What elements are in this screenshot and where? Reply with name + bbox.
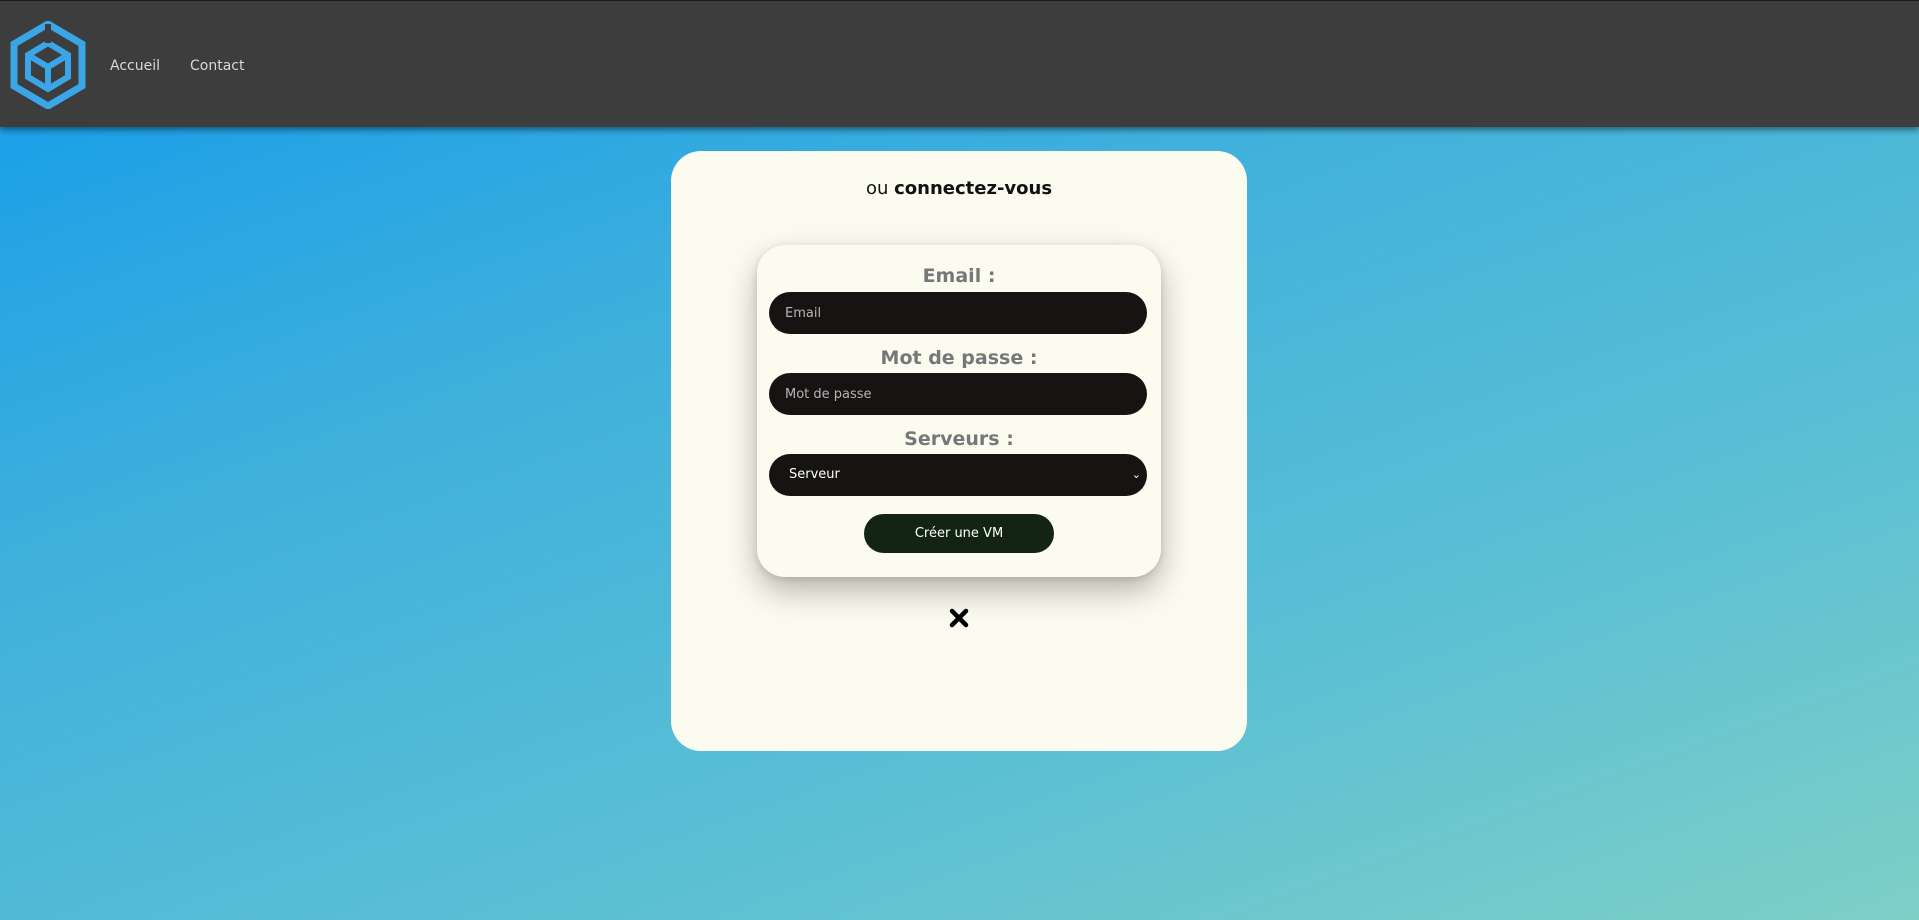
email-input[interactable]: [769, 292, 1147, 334]
card-title-prefix: ou: [865, 178, 895, 199]
nav-accueil-link[interactable]: Accueil: [110, 58, 160, 74]
close-icon[interactable]: [948, 607, 970, 629]
server-select-value: Serveur: [789, 467, 840, 482]
card-title-main: connectez-vous: [894, 178, 1053, 199]
create-vm-button[interactable]: Créer une VM: [864, 514, 1054, 553]
server-label: Serveurs :: [904, 428, 1014, 450]
logo-icon[interactable]: [10, 21, 86, 109]
login-card: ou connectez-vous Email : Mot de passe :…: [671, 151, 1247, 751]
nav-contact-link[interactable]: Contact: [190, 58, 244, 74]
email-label: Email :: [922, 265, 996, 287]
chevron-down-icon: ⌄: [1131, 468, 1141, 481]
navbar: Accueil Contact: [0, 0, 1919, 127]
card-title: ou connectez-vous: [671, 178, 1247, 199]
password-input[interactable]: [769, 373, 1147, 415]
vm-form: Email : Mot de passe : Serveurs : Serveu…: [757, 245, 1161, 577]
server-select[interactable]: Serveur ⌄: [769, 454, 1147, 496]
password-label: Mot de passe :: [880, 347, 1038, 369]
